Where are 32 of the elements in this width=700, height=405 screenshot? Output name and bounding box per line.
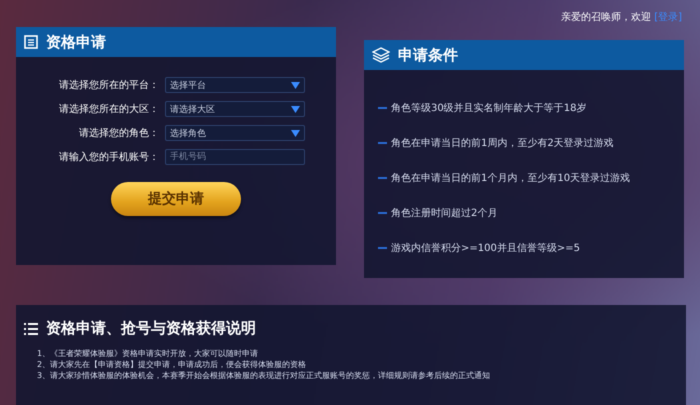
condition-text: 角色在申请当日的前1个月内，至少有10天登录过游戏	[391, 172, 630, 185]
dash-icon	[378, 142, 387, 144]
panel-title: 资格申请	[46, 32, 106, 52]
select-field[interactable]: 选择角色	[165, 125, 305, 141]
dash-icon	[378, 107, 387, 109]
panel-title: 资格申请、抢号与资格获得说明	[46, 319, 256, 338]
note-text: 1、《王者荣耀体验服》资格申请实时开放，大家可以随时申请	[37, 348, 260, 359]
note-text: 3、请大家珍惜体验服的体验机会，本赛季开始会根据体验服的表现进行对应正式服账号的奖惩，详细规则请参考后续的正式通知	[37, 370, 492, 381]
phone-input[interactable]: 手机号码	[165, 149, 305, 165]
dash-icon	[378, 247, 387, 249]
condition-text: 游戏内信誉积分>=100并且信誉等级>=5	[391, 242, 580, 255]
layers-icon	[372, 47, 390, 63]
submit-button[interactable]: 提交申请	[111, 182, 241, 216]
condition-text: 角色在申请当日的前1周内，至少有2天登录过游戏	[391, 136, 614, 150]
caret-icon	[291, 82, 300, 88]
panel-title: 申请条件	[398, 46, 458, 64]
list-icon	[24, 322, 38, 334]
form-icon	[24, 35, 38, 49]
dash-icon	[378, 212, 387, 214]
field-label: 请选择您所在的大区：	[58, 102, 159, 116]
condition-text: 角色等级30级并且实名制年龄大于等于18岁	[391, 102, 586, 115]
note-text: 2、请大家先在【申请资格】提交申请，申请成功后，便会获得体验服的资格	[37, 359, 308, 370]
condition-text: 角色注册时间超过2个月	[391, 206, 498, 220]
select-field[interactable]: 请选择大区	[165, 101, 305, 117]
welcome-text: 亲爱的召唤师，欢迎	[561, 10, 652, 24]
select-field[interactable]: 选择平台	[165, 77, 305, 93]
caret-icon	[291, 106, 300, 112]
dash-icon	[378, 177, 387, 179]
caret-icon	[291, 130, 300, 136]
field-label: 请选择您所在的平台：	[58, 78, 159, 92]
field-label: 请输入您的手机账号：	[58, 150, 159, 164]
field-label: 请选择您的角色：	[78, 126, 159, 140]
